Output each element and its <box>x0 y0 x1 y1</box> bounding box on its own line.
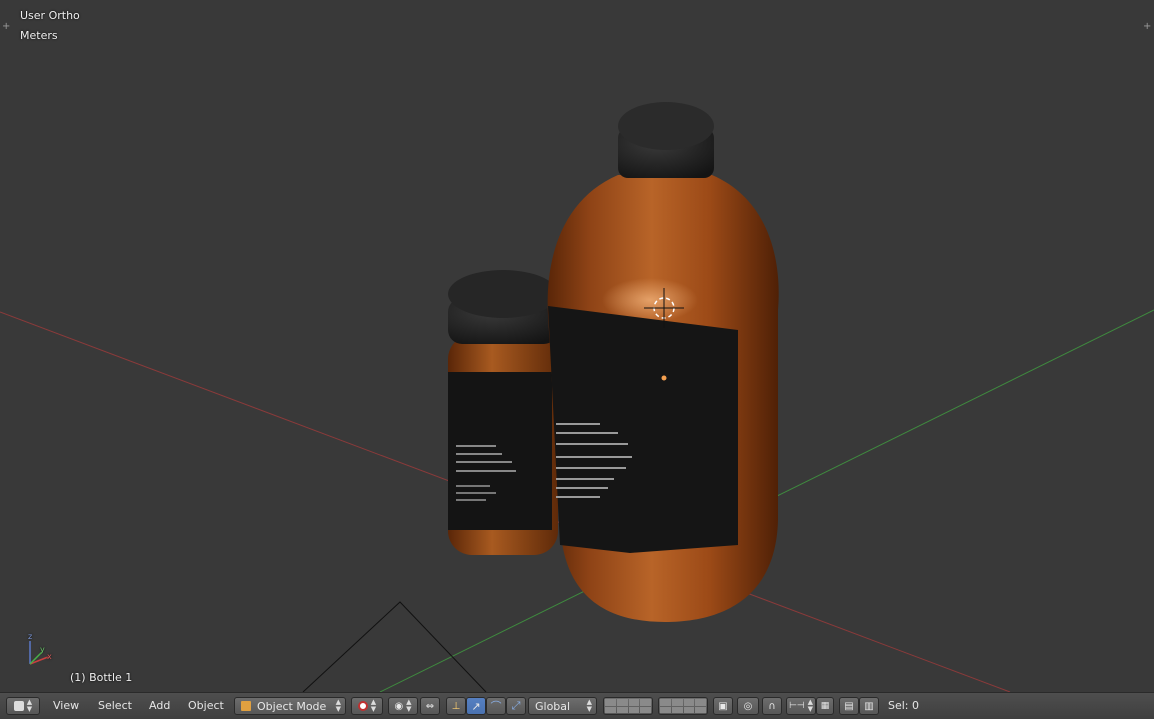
scale-icon: ⤢ <box>511 699 521 712</box>
translate-manipulator-button[interactable]: ↗ <box>466 697 486 715</box>
updown-icon: ▲ ▼ <box>807 698 814 713</box>
updown-icon: ▲ ▼ <box>370 698 377 713</box>
snap-target-button[interactable]: ▦ <box>816 697 834 715</box>
lock-layers-button[interactable]: ▣ <box>713 697 733 715</box>
rotate-arc-icon: ⌒ <box>490 700 502 713</box>
updown-icon: ▲ ▼ <box>406 698 412 713</box>
menu-add[interactable]: Add <box>149 698 170 714</box>
magnet-icon: ∩ <box>768 700 776 712</box>
gizmo-z-label: z <box>28 632 33 641</box>
menu-view[interactable]: View <box>53 698 79 714</box>
gizmo-y-label: y <box>40 645 45 654</box>
object-mode-icon <box>241 701 251 711</box>
updown-icon: ▲ ▼ <box>586 698 592 713</box>
layers-group-1[interactable] <box>603 697 653 715</box>
layers-group-2[interactable] <box>658 697 708 715</box>
translate-arrow-icon: ↗ <box>471 699 481 713</box>
updown-icon: ▲ ▼ <box>26 698 33 713</box>
gizmo-x-label: x <box>47 652 52 661</box>
clapper-icon: ▥ <box>864 700 874 712</box>
rotate-manipulator-button[interactable]: ⌒ <box>486 697 506 715</box>
bottle-object[interactable] <box>547 102 779 622</box>
origin-dot <box>661 375 667 381</box>
scale-manipulator-button[interactable]: ⤢ <box>506 697 526 715</box>
view-name-label: User Ortho <box>20 9 80 22</box>
transform-manipulator-toggle[interactable]: ⊥ <box>446 697 466 715</box>
render-opengl-image-button[interactable]: ▤ <box>839 697 859 715</box>
manipulator-center-button[interactable]: ⇔ <box>420 697 440 715</box>
lock-icon: ▣ <box>718 700 728 712</box>
camera-icon: ▤ <box>844 700 854 712</box>
transform-orientation-dropdown[interactable]: Global ▲ ▼ <box>528 697 597 715</box>
viewport-shading-button[interactable]: ▲ ▼ <box>351 697 383 715</box>
proportional-icon: ◎ <box>743 700 753 712</box>
orientation-label: Global <box>535 699 571 713</box>
manipulate-center-icon: ⇔ <box>425 700 435 712</box>
editor-type-button[interactable]: ▲ ▼ <box>6 697 40 715</box>
mode-label: Object Mode <box>257 699 327 713</box>
pivot-point-button[interactable]: ◉ ▲ ▼ <box>388 697 418 715</box>
snap-toggle-button[interactable]: ∩ <box>762 697 782 715</box>
properties-toggle-icon[interactable]: + <box>1143 22 1151 32</box>
manipulator-axes-icon: ⊥ <box>451 700 461 712</box>
active-object-label: (1) Bottle 1 <box>70 671 133 684</box>
toolshelf-toggle-icon[interactable]: + <box>2 22 10 32</box>
viewport-header: ▲ ▼ View Select Add Object Object Mode ▲ ▼… <box>0 692 1154 719</box>
menu-object[interactable]: Object <box>188 698 224 714</box>
shading-icon <box>357 701 368 711</box>
mode-dropdown[interactable]: Object Mode ▲ ▼ <box>234 697 346 715</box>
selection-count: Sel: 0 <box>888 699 920 712</box>
snap-element-button[interactable]: ⊢⊣ ▲ ▼ <box>786 697 816 715</box>
units-label: Meters <box>20 29 58 42</box>
proportional-editing-button[interactable]: ◎ <box>737 697 759 715</box>
scene-canvas[interactable] <box>0 0 1154 692</box>
cube-icon <box>13 701 24 711</box>
menu-select[interactable]: Select <box>98 698 132 714</box>
snap-target-icon: ▦ <box>820 701 830 711</box>
jar-object[interactable] <box>448 270 558 555</box>
pivot-icon: ◉ <box>394 700 404 712</box>
snap-increment-icon: ⊢⊣ <box>788 701 805 711</box>
render-opengl-animation-button[interactable]: ▥ <box>859 697 879 715</box>
jar-label <box>448 372 552 530</box>
3d-viewport[interactable]: User Ortho Meters (1) Bottle 1 z x y + + <box>0 0 1154 692</box>
updown-icon: ▲ ▼ <box>335 698 341 713</box>
axis-gizmo-icon <box>29 641 49 665</box>
bottle-label <box>548 306 738 553</box>
camera-object[interactable] <box>302 601 487 692</box>
